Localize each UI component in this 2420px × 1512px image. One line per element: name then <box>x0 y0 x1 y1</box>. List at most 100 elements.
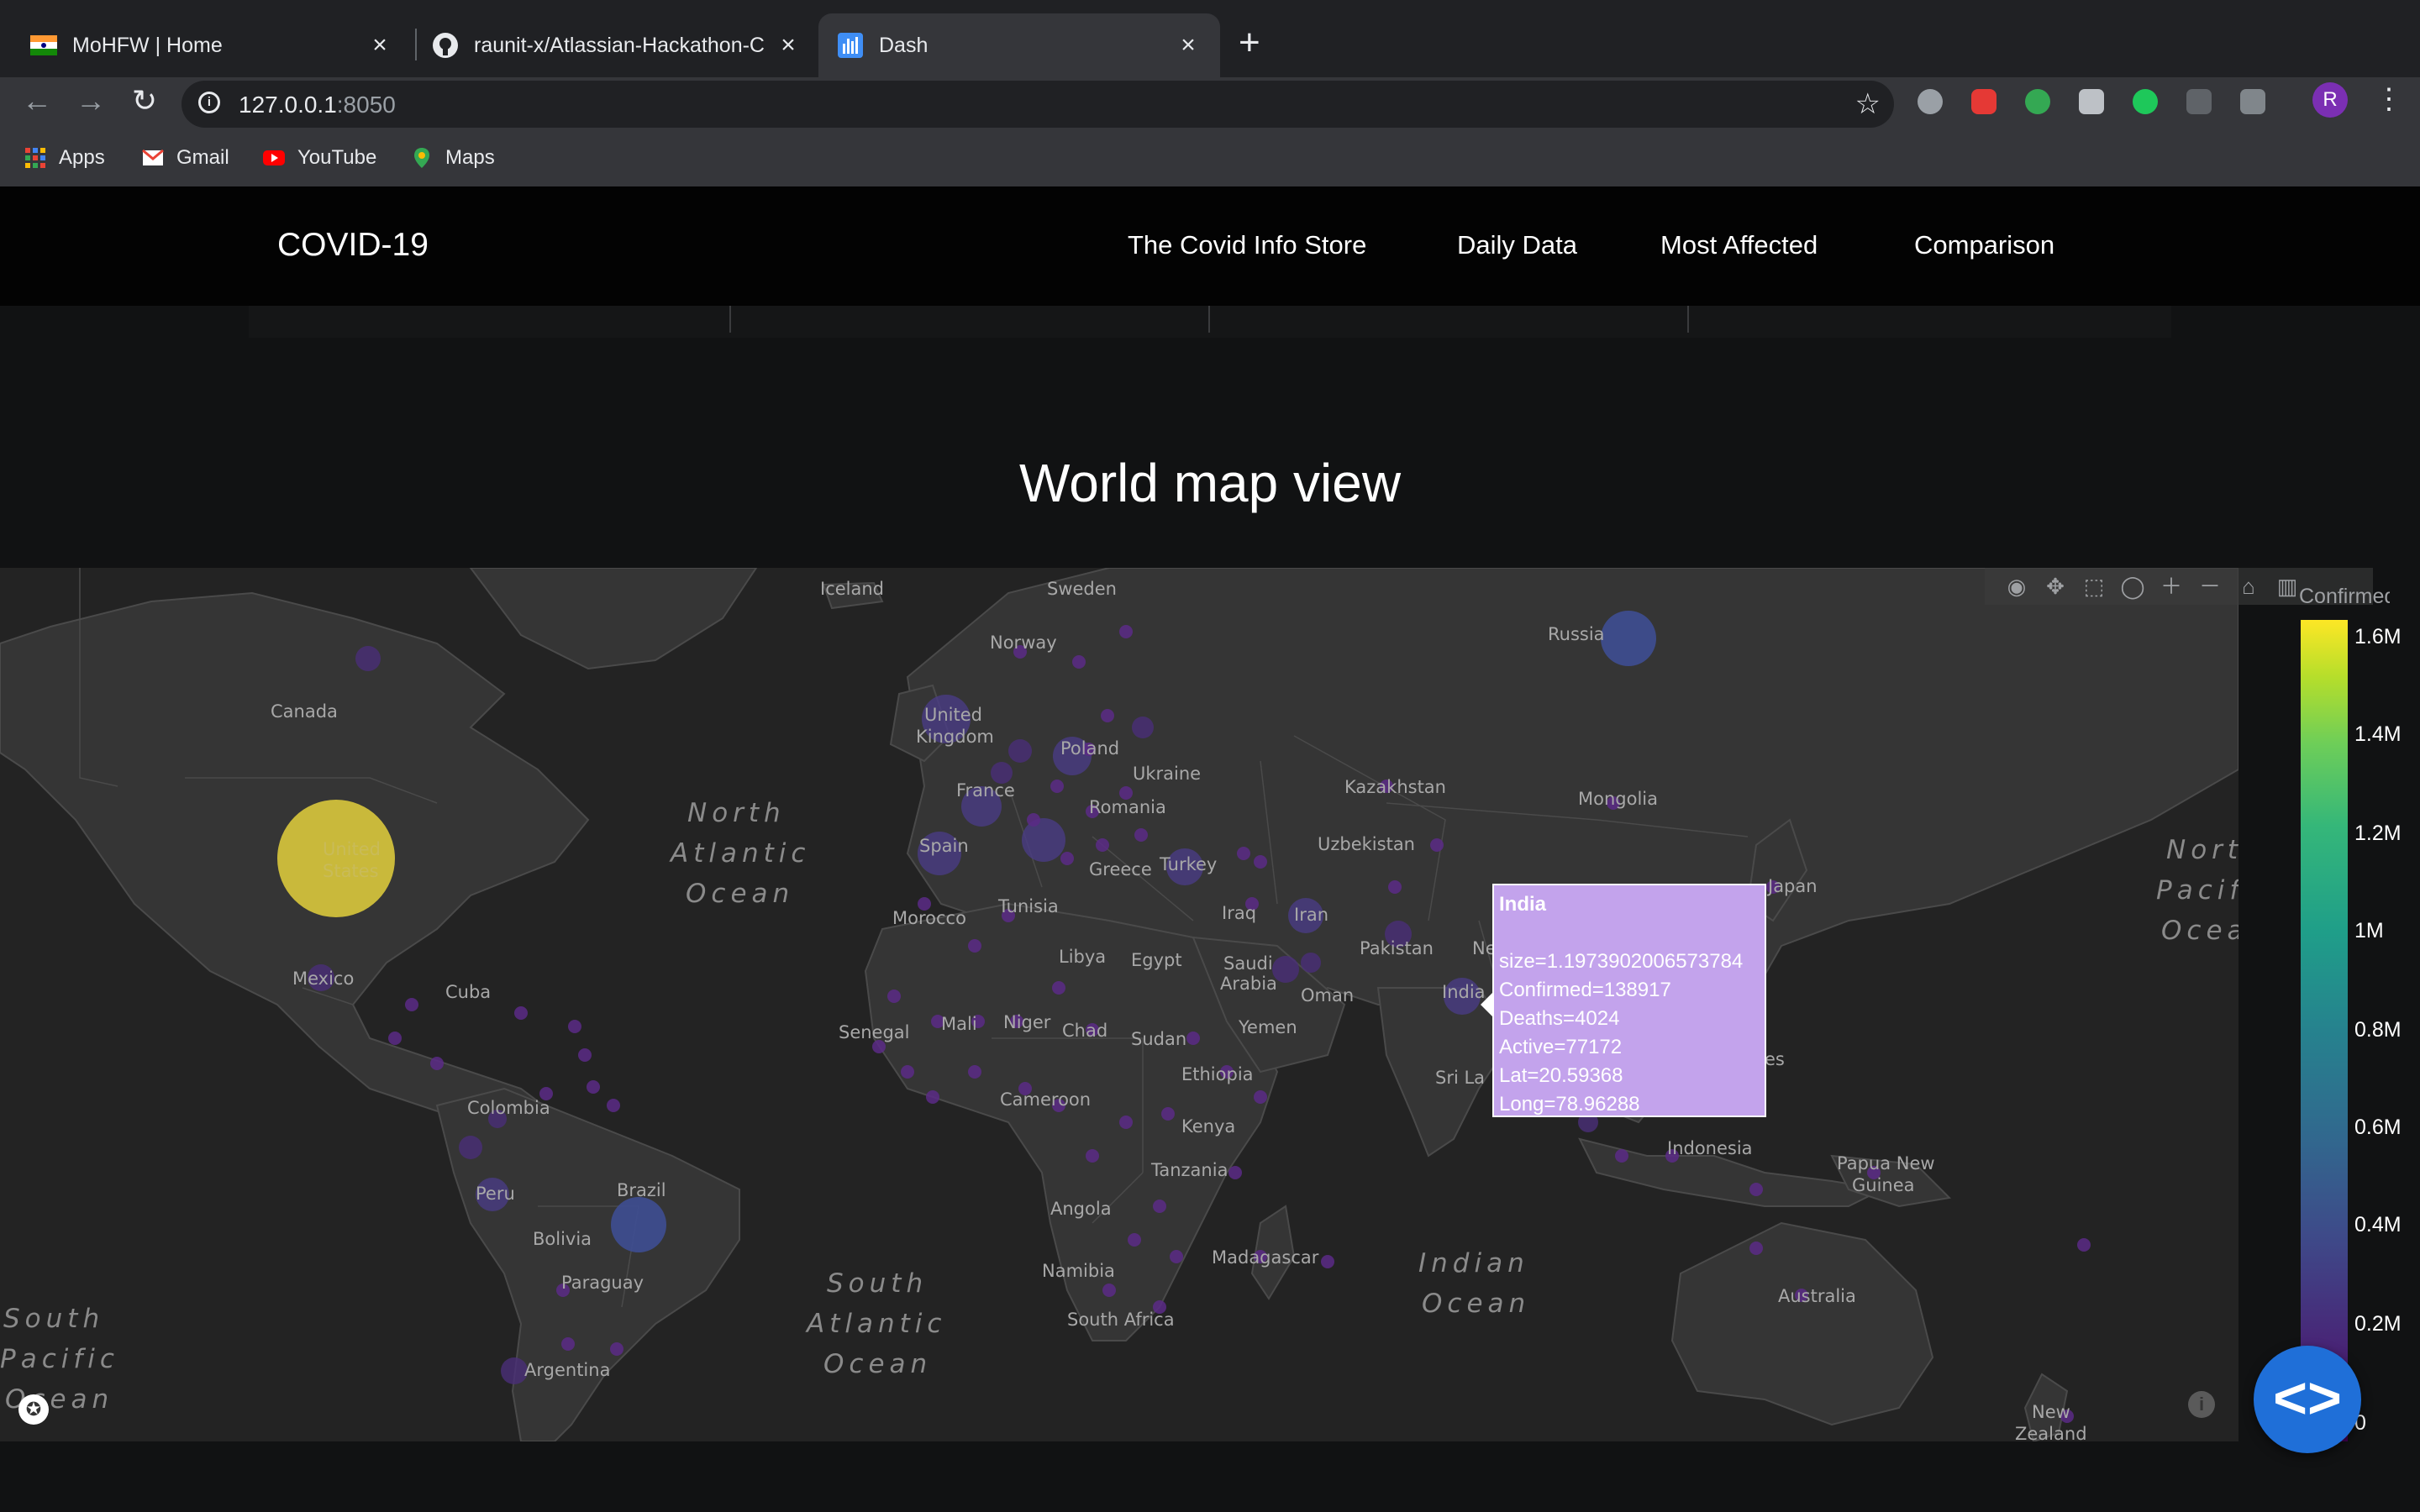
small-bubble[interactable] <box>430 1057 444 1070</box>
small-bubble[interactable] <box>1052 981 1065 995</box>
adblock-icon[interactable] <box>1971 89 1996 114</box>
small-bubble[interactable] <box>1749 1183 1763 1196</box>
small-bubble[interactable] <box>1072 655 1086 669</box>
nav-most-affected[interactable]: Most Affected <box>1660 230 1818 260</box>
small-bubble[interactable] <box>587 1080 600 1094</box>
small-bubble[interactable] <box>1119 625 1133 638</box>
extension-icon[interactable] <box>2079 89 2104 114</box>
site-info-icon[interactable]: i <box>198 92 220 113</box>
small-bubble[interactable] <box>1254 855 1267 869</box>
bubble-italy[interactable] <box>1022 818 1065 862</box>
bookmark-maps[interactable]: Maps <box>410 143 495 173</box>
small-bubble[interactable] <box>1050 780 1064 793</box>
small-bubble[interactable] <box>1254 1090 1267 1104</box>
tab-mohfw[interactable]: MoHFW | Home × <box>0 13 412 77</box>
bubble-brazil[interactable] <box>611 1197 666 1252</box>
bubble-belgium[interactable] <box>1008 739 1032 763</box>
home-icon[interactable]: ⌂ <box>2235 573 2262 600</box>
small-bubble[interactable] <box>1153 1200 1166 1213</box>
small-bubble[interactable] <box>887 990 901 1003</box>
brand-logo[interactable]: COVID-19 <box>277 227 429 264</box>
small-bubble[interactable] <box>1170 1250 1183 1263</box>
zoom-in-icon[interactable]: ＋ <box>2158 573 2185 600</box>
small-bubble[interactable] <box>1027 813 1040 827</box>
small-bubble[interactable] <box>1134 828 1148 842</box>
small-bubble[interactable] <box>568 1020 581 1033</box>
small-bubble[interactable] <box>1096 838 1109 852</box>
profile-avatar[interactable]: R <box>2312 82 2348 118</box>
small-bubble[interactable] <box>926 1090 939 1104</box>
extension-icon[interactable] <box>2133 89 2158 114</box>
small-bubble[interactable] <box>2077 1238 2091 1252</box>
close-icon[interactable]: × <box>773 30 803 60</box>
more-menu-icon[interactable]: ⋮ <box>2375 81 2403 118</box>
lasso-icon[interactable]: ◯ <box>2119 573 2146 600</box>
small-bubble[interactable] <box>1388 880 1402 894</box>
nav-covid-info-store[interactable]: The Covid Info Store <box>1128 230 1366 260</box>
small-bubble[interactable] <box>1228 1166 1242 1179</box>
small-bubble[interactable] <box>1086 1149 1099 1163</box>
country-label: Egypt <box>1131 950 1182 970</box>
small-bubble[interactable] <box>1102 1284 1116 1297</box>
extension-icon[interactable] <box>2025 89 2050 114</box>
bubble-canada[interactable] <box>355 646 381 671</box>
small-bubble[interactable] <box>610 1342 623 1356</box>
small-bubble[interactable] <box>968 1065 981 1079</box>
small-bubble[interactable] <box>1101 709 1114 722</box>
small-bubble[interactable] <box>578 1048 592 1062</box>
extension-icon[interactable] <box>1918 89 1943 114</box>
mapbox-logo-icon[interactable]: ✪ <box>18 1394 49 1425</box>
country-label: Sweden <box>1047 579 1117 599</box>
small-bubble[interactable] <box>405 998 418 1011</box>
small-bubble[interactable] <box>1430 838 1444 852</box>
new-tab-icon[interactable]: + <box>1239 22 1260 64</box>
nav-daily-data[interactable]: Daily Data <box>1457 230 1577 260</box>
map-info-icon[interactable]: i <box>2188 1391 2215 1418</box>
small-bubble[interactable] <box>1186 1032 1200 1045</box>
back-icon[interactable]: ← <box>18 82 55 119</box>
world-map-canvas[interactable]: North Atlantic Ocean South Atlantic Ocea… <box>0 568 2238 1441</box>
bookmark-youtube[interactable]: YouTube <box>262 143 376 173</box>
tab-github[interactable]: raunit-x/Atlassian-Hackathon-C × <box>417 13 820 77</box>
small-bubble[interactable] <box>1060 852 1074 865</box>
url-text[interactable]: 127.0.0.1:8050 <box>239 92 396 118</box>
bubble-sweden[interactable] <box>1132 717 1154 738</box>
colorbar-title: Confirmed <box>2299 585 2390 608</box>
small-bubble[interactable] <box>1615 1149 1628 1163</box>
address-bar[interactable]: i 127.0.0.1:8050 ☆ <box>182 81 1894 128</box>
forward-icon[interactable]: → <box>72 82 109 119</box>
small-bubble[interactable] <box>1237 847 1250 860</box>
pan-icon[interactable]: ✥ <box>2042 573 2069 600</box>
tab-dash[interactable]: Dash × <box>818 13 1220 77</box>
small-bubble[interactable] <box>388 1032 402 1045</box>
bookmark-apps[interactable]: Apps <box>24 143 105 173</box>
bubble-qatar[interactable] <box>1301 953 1321 973</box>
bookmark-star-icon[interactable]: ☆ <box>1855 87 1881 121</box>
camera-icon[interactable]: ◉ <box>2003 573 2030 600</box>
small-bubble[interactable] <box>1119 1116 1133 1129</box>
dash-debug-button[interactable]: <> <box>2254 1346 2361 1453</box>
small-bubble[interactable] <box>1749 1242 1763 1255</box>
close-icon[interactable]: × <box>1173 30 1203 60</box>
country-label: Oman <box>1301 985 1354 1005</box>
small-bubble[interactable] <box>968 939 981 953</box>
small-bubble[interactable] <box>1321 1255 1334 1268</box>
close-icon[interactable]: × <box>365 30 395 60</box>
bookmark-gmail[interactable]: Gmail <box>141 143 229 173</box>
small-bubble[interactable] <box>901 1065 914 1079</box>
small-bubble[interactable] <box>607 1099 620 1112</box>
reload-icon[interactable]: ↻ <box>126 82 163 119</box>
nav-comparison[interactable]: Comparison <box>1914 230 2054 260</box>
small-bubble[interactable] <box>561 1337 575 1351</box>
small-bubble[interactable] <box>1128 1233 1141 1247</box>
bubble-ecuador[interactable] <box>459 1136 482 1159</box>
world-map[interactable]: North Atlantic Ocean South Atlantic Ocea… <box>0 568 2238 1441</box>
zoom-out-icon[interactable]: － <box>2196 573 2223 600</box>
plotly-logo-icon[interactable]: ▥ <box>2274 573 2301 600</box>
extension-icon[interactable] <box>2186 89 2212 114</box>
box-select-icon[interactable]: ⬚ <box>2081 573 2107 600</box>
small-bubble[interactable] <box>1161 1107 1175 1121</box>
bubble-russia[interactable] <box>1601 611 1656 666</box>
extension-icon[interactable] <box>2240 89 2265 114</box>
small-bubble[interactable] <box>514 1006 528 1020</box>
